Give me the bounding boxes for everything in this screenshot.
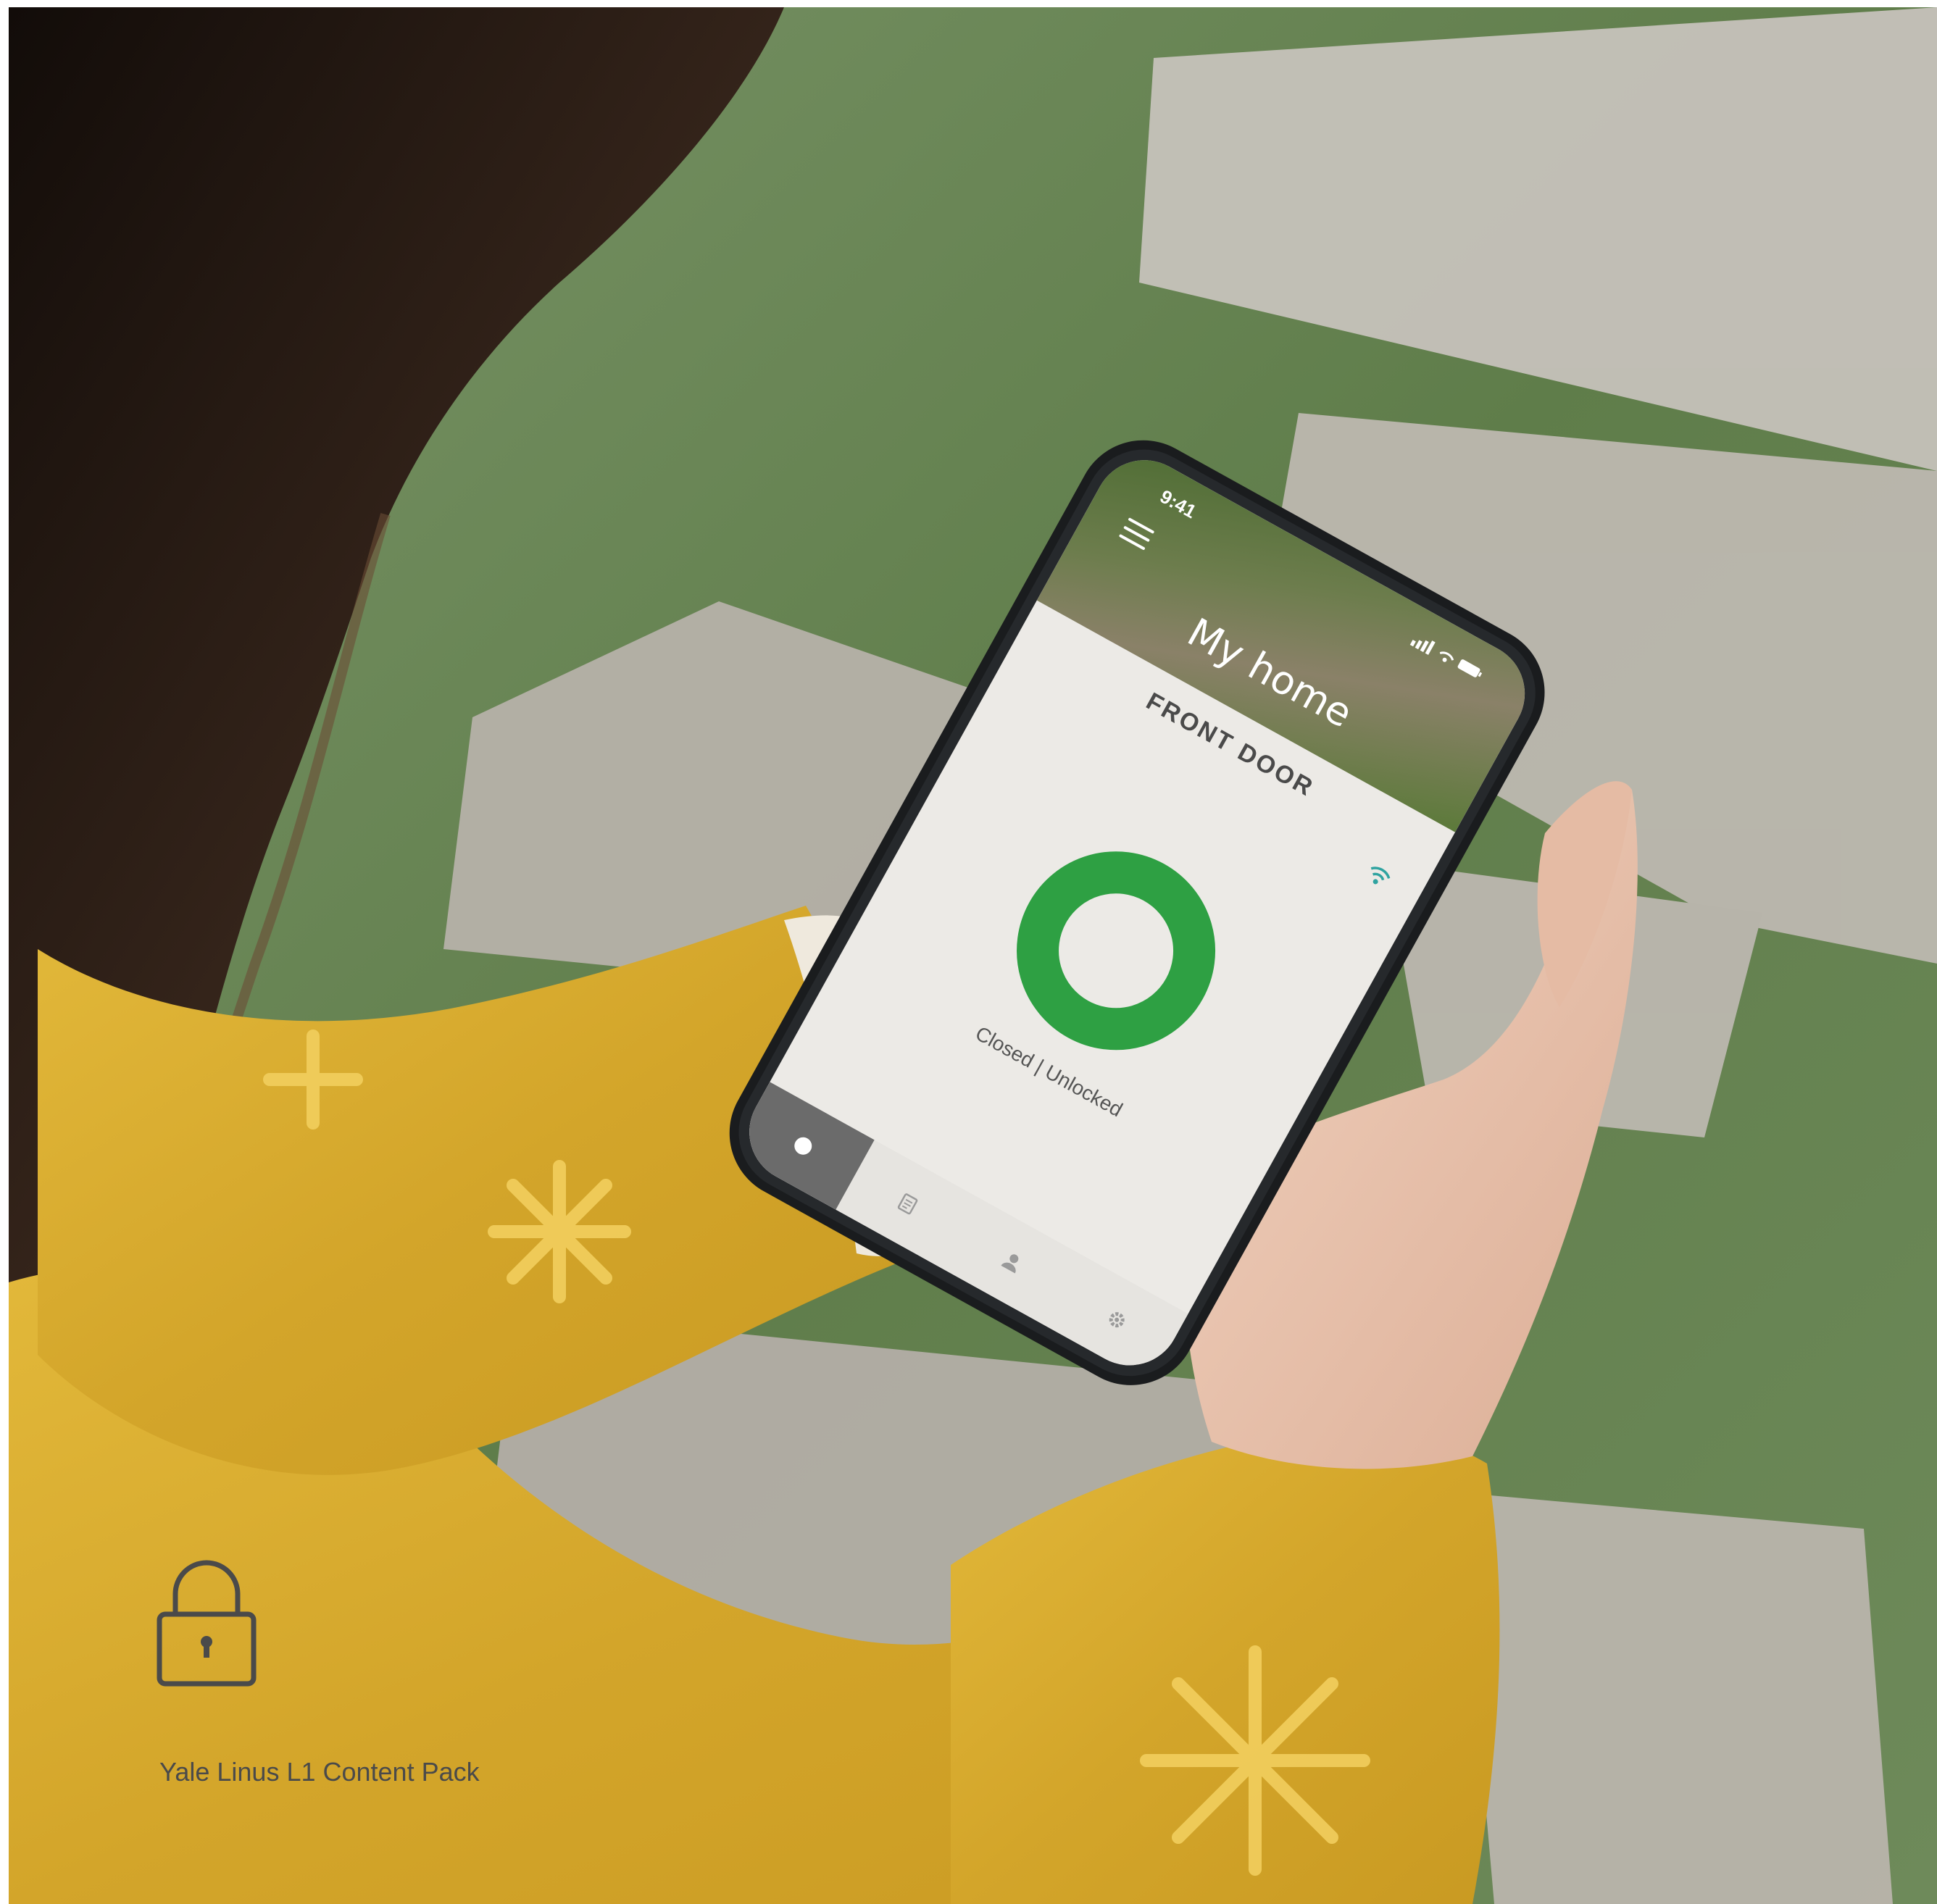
wifi-icon <box>1370 867 1391 885</box>
photo: 9:41 My home FRONT DOOR Closed | Unlocke… <box>9 7 1937 1904</box>
padlock-icon <box>157 1560 257 1687</box>
status-icons <box>1408 630 1488 688</box>
caption-text: Yale Linus L1 Content Pack <box>159 1757 480 1787</box>
users-tab-icon <box>1001 1254 1018 1274</box>
hamburger-menu-icon[interactable] <box>1118 517 1155 551</box>
image-canvas: 9:41 My home FRONT DOOR Closed | Unlocke… <box>0 0 1937 1904</box>
activity-tab-icon <box>897 1193 917 1214</box>
signal-wifi-battery-icon <box>1409 639 1483 677</box>
settings-tab-icon <box>1109 1311 1125 1327</box>
status-time: 9:41 <box>1156 485 1200 523</box>
lock-tab-icon <box>793 1137 812 1155</box>
